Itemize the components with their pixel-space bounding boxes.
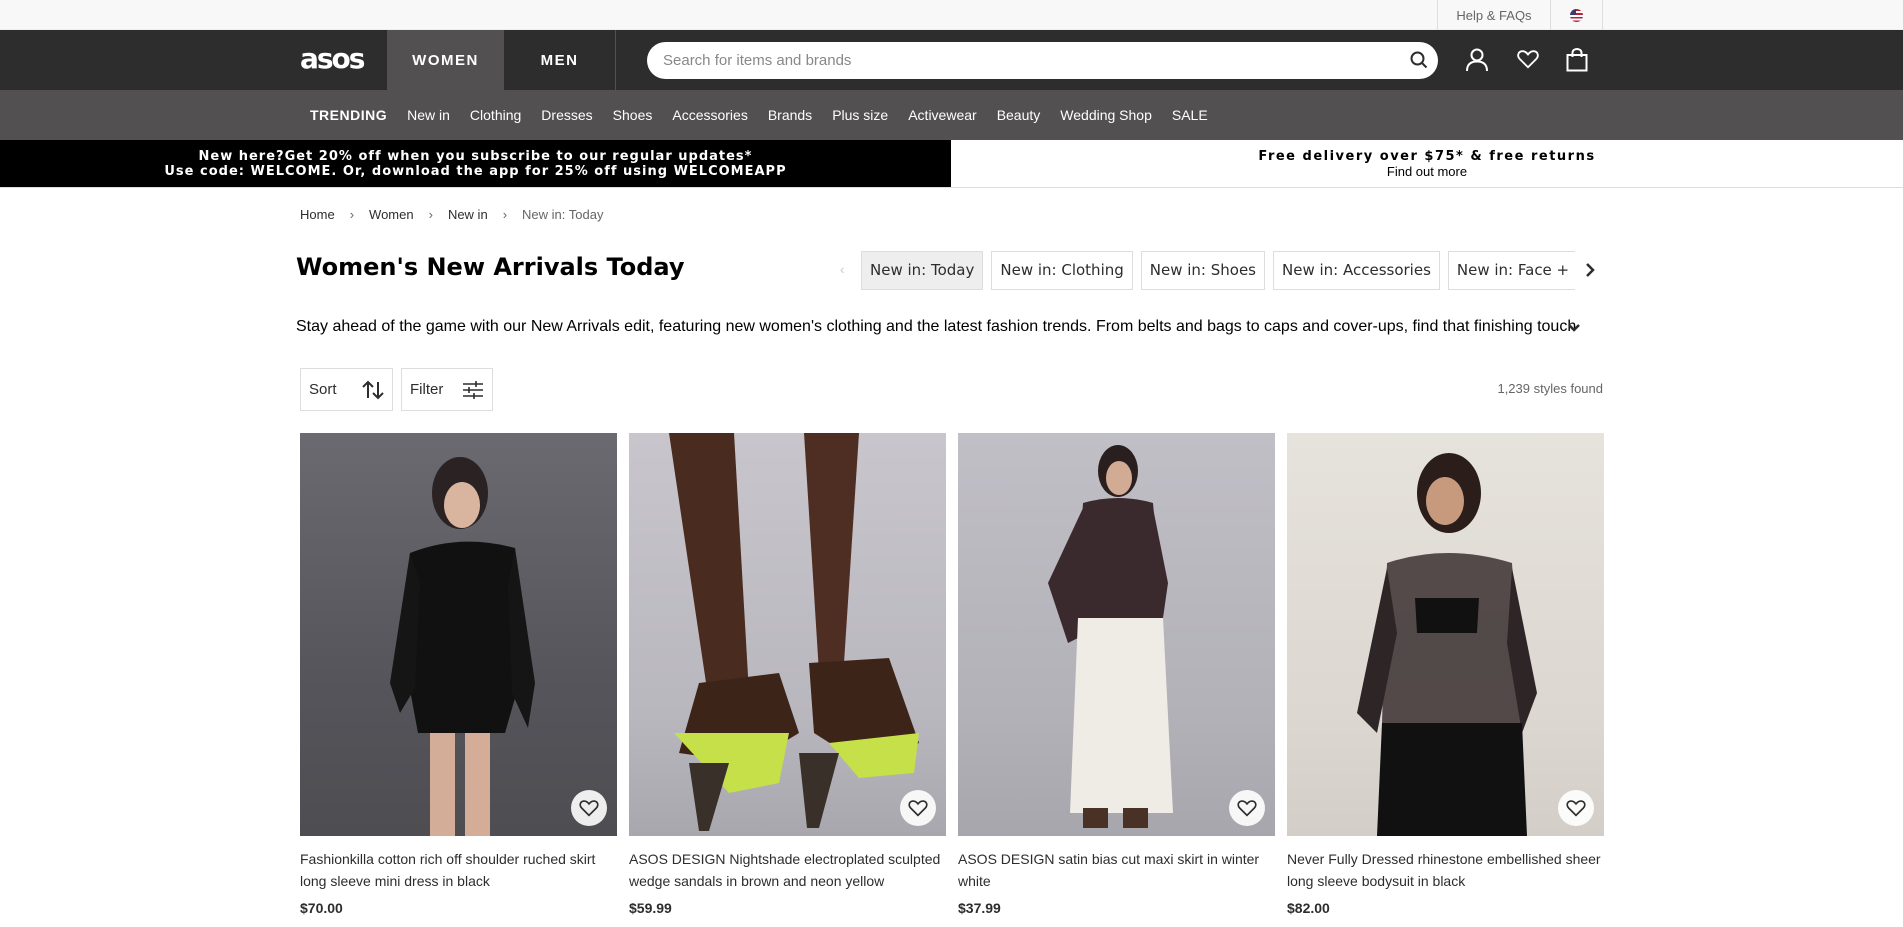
product-price: $70.00	[300, 900, 343, 916]
product-card[interactable]: Fashionkilla cotton rich off shoulder ru…	[300, 433, 617, 916]
product-price: $37.99	[958, 900, 1001, 916]
chevron-down-icon[interactable]	[1568, 320, 1580, 338]
breadcrumb-new-in[interactable]: New in	[448, 207, 488, 222]
save-heart-icon[interactable]	[900, 790, 936, 826]
nav-clothing[interactable]: Clothing	[470, 107, 521, 123]
account-icon[interactable]	[1466, 48, 1488, 77]
product-image[interactable]	[958, 433, 1275, 836]
product-image[interactable]	[300, 433, 617, 836]
subcategory-carousel: ‹ New in: Today New in: Clothing New in: S…	[840, 251, 1595, 290]
country-selector[interactable]	[1550, 0, 1603, 30]
breadcrumb-separator-icon: ›	[502, 207, 508, 222]
utility-bar: Help & FAQs	[0, 0, 1903, 30]
find-out-more-link[interactable]: Find out more	[1387, 164, 1467, 179]
chip-new-in-accessories[interactable]: New in: Accessories	[1273, 251, 1440, 290]
help-faqs-link[interactable]: Help & FAQs	[1437, 0, 1550, 30]
welcome-offer-banner[interactable]: New here?Get 20% off when you subscribe …	[0, 140, 951, 187]
product-image[interactable]	[1287, 433, 1604, 836]
bag-icon[interactable]	[1566, 47, 1588, 77]
breadcrumb-women[interactable]: Women	[369, 207, 414, 222]
nav-beauty[interactable]: Beauty	[997, 107, 1041, 123]
category-nav: TRENDING New in Clothing Dresses Shoes A…	[0, 90, 1903, 140]
sliders-icon	[463, 381, 483, 399]
tab-men[interactable]: MEN	[504, 30, 616, 90]
nav-sale[interactable]: SALE	[1172, 107, 1208, 123]
breadcrumb-home[interactable]: Home	[300, 207, 335, 222]
chip-new-in-clothing[interactable]: New in: Clothing	[991, 251, 1133, 290]
product-grid: Fashionkilla cotton rich off shoulder ru…	[300, 433, 1604, 916]
sort-button[interactable]: Sort	[300, 368, 393, 411]
tab-women[interactable]: WOMEN	[387, 30, 504, 90]
breadcrumb-separator-icon: ›	[349, 207, 355, 222]
breadcrumb-separator-icon: ›	[428, 207, 433, 222]
nav-dresses[interactable]: Dresses	[541, 107, 592, 123]
free-delivery-text: Free delivery over $75* & free returns	[1258, 148, 1596, 164]
product-name[interactable]: Fashionkilla cotton rich off shoulder ru…	[300, 848, 617, 892]
search-bar	[647, 42, 1438, 79]
product-card[interactable]: ASOS DESIGN Nightshade electroplated scu…	[629, 433, 946, 916]
breadcrumb: Home › Women › New in › New in: Today	[300, 207, 603, 222]
results-count: 1,239 styles found	[1497, 381, 1603, 396]
product-name[interactable]: ASOS DESIGN satin bias cut maxi skirt in…	[958, 848, 1275, 892]
nav-accessories[interactable]: Accessories	[672, 107, 747, 123]
filter-label: Filter	[410, 381, 444, 398]
chip-new-in-shoes[interactable]: New in: Shoes	[1140, 251, 1265, 290]
asos-logo[interactable]: asos	[300, 42, 365, 75]
saved-items-icon[interactable]	[1517, 48, 1539, 75]
chip-new-in-today[interactable]: New in: Today	[861, 251, 984, 290]
product-price: $82.00	[1287, 900, 1330, 916]
chevron-right-icon[interactable]	[1585, 263, 1595, 282]
welcome-offer-line1: New here?Get 20% off when you subscribe …	[198, 148, 753, 164]
main-header: asos WOMEN MEN	[0, 30, 1903, 90]
save-heart-icon[interactable]	[1229, 790, 1265, 826]
product-name[interactable]: Never Fully Dressed rhinestone embellish…	[1287, 848, 1604, 892]
nav-wedding-shop[interactable]: Wedding Shop	[1060, 107, 1152, 123]
nav-activewear[interactable]: Activewear	[908, 107, 976, 123]
filter-button[interactable]: Filter	[401, 368, 493, 411]
product-card[interactable]: Never Fully Dressed rhinestone embellish…	[1287, 433, 1604, 916]
nav-brands[interactable]: Brands	[768, 107, 812, 123]
chip-track: New in: Today New in: Clothing New in: Sho…	[861, 251, 1575, 290]
free-delivery-banner[interactable]: Free delivery over $75* & free returns F…	[951, 140, 1903, 187]
product-card[interactable]: ASOS DESIGN satin bias cut maxi skirt in…	[958, 433, 1275, 916]
save-heart-icon[interactable]	[1558, 790, 1594, 826]
sort-label: Sort	[309, 381, 337, 398]
chip-new-in-face-body[interactable]: New in: Face + Body	[1447, 251, 1575, 290]
product-image[interactable]	[629, 433, 946, 836]
nav-trending[interactable]: TRENDING	[310, 107, 387, 123]
nav-shoes[interactable]: Shoes	[613, 107, 653, 123]
product-price: $59.99	[629, 900, 672, 916]
product-name[interactable]: ASOS DESIGN Nightshade electroplated scu…	[629, 848, 946, 892]
chevron-left-icon[interactable]: ‹	[840, 261, 845, 277]
breadcrumb-current: New in: Today	[522, 207, 604, 222]
page-title: Women's New Arrivals Today	[296, 253, 685, 281]
promo-banner: New here?Get 20% off when you subscribe …	[0, 140, 1903, 188]
search-input[interactable]	[647, 42, 1367, 79]
us-flag-icon	[1570, 8, 1583, 22]
sort-arrows-icon	[362, 380, 384, 400]
category-description: Stay ahead of the game with our New Arri…	[296, 318, 1576, 335]
search-icon[interactable]	[1410, 51, 1428, 74]
save-heart-icon[interactable]	[571, 790, 607, 826]
nav-plus-size[interactable]: Plus size	[832, 107, 888, 123]
nav-new-in[interactable]: New in	[407, 107, 450, 123]
welcome-offer-line2: Use code: WELCOME. Or, download the app …	[164, 163, 787, 179]
